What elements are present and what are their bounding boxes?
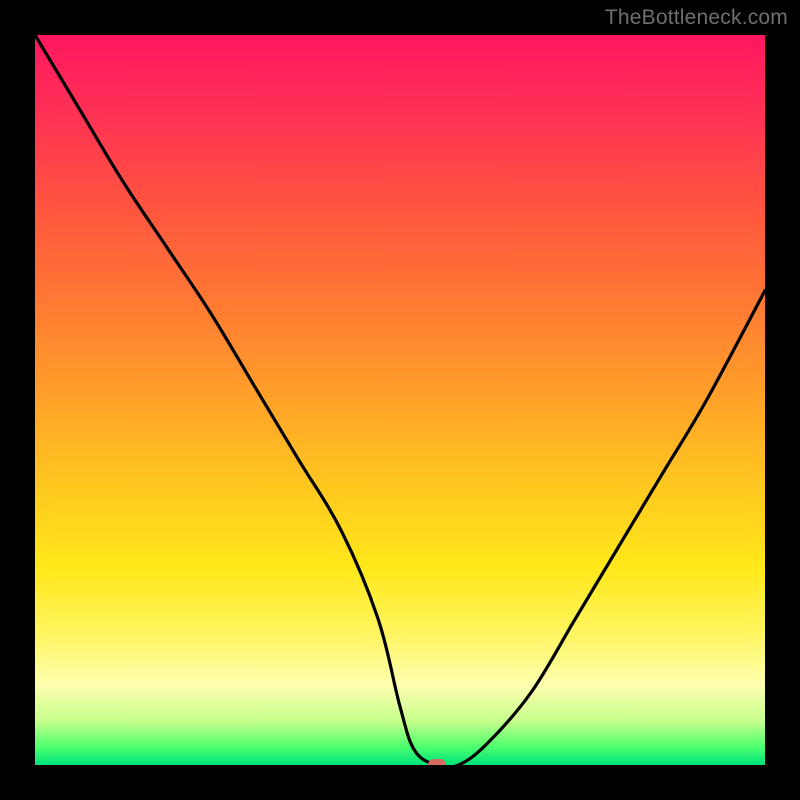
plot-area (35, 35, 765, 765)
chart-frame: TheBottleneck.com (0, 0, 800, 800)
bottleneck-curve (35, 35, 765, 765)
watermark-text: TheBottleneck.com (605, 6, 788, 30)
minimum-marker (428, 759, 446, 765)
